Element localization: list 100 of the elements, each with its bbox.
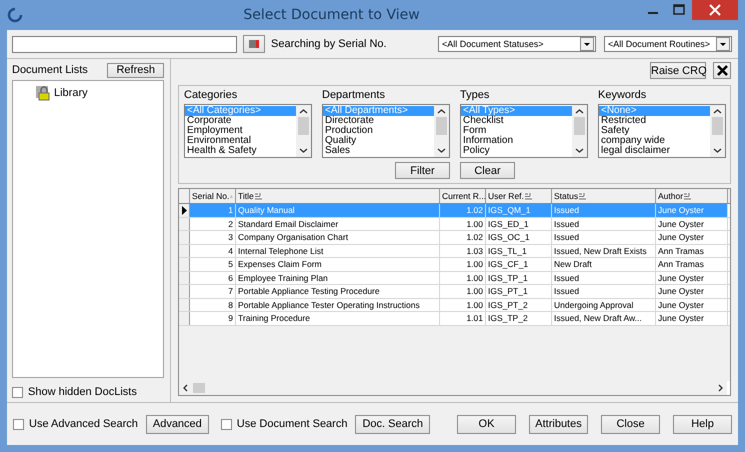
table-cell: Ann Tramas	[656, 244, 728, 257]
table-cell: Issued	[552, 272, 656, 284]
window-title: Select Document to View	[243, 7, 420, 23]
list-item[interactable]: Health & Safety	[185, 146, 296, 156]
tree-item[interactable]: Library	[33, 85, 90, 101]
search-mode-button[interactable]	[243, 35, 265, 53]
search-field[interactable]	[12, 36, 237, 52]
table-cell: Portable Appliance Testing Procedure	[236, 285, 440, 298]
list-item[interactable]: Sales	[323, 146, 434, 156]
table-row[interactable]: 5 Expenses Claim Form 1.00 IGS_CF_1 New Draft Ann Tramas	[179, 258, 730, 272]
table-row[interactable]: 7 Portable Appliance Testing Procedure 1.00 IGS_PT_1 Issued June Oyster	[179, 285, 730, 298]
checkbox[interactable]	[220, 418, 232, 430]
table-cell: Issued, New Draft Exists	[552, 244, 656, 257]
document-lists-heading: Document Lists	[12, 64, 88, 76]
table-cell: June Oyster	[656, 204, 728, 216]
table-cell: June Oyster	[656, 298, 728, 311]
table-cell: June Oyster	[656, 218, 728, 230]
table-cell: 1.00	[440, 298, 486, 311]
checkbox[interactable]	[12, 386, 23, 398]
dialog-button[interactable]: OK	[457, 414, 516, 434]
column-header[interactable]: User Ref.	[486, 189, 552, 203]
filter-icon	[524, 192, 534, 200]
table-cell: Employee Training Plan	[236, 272, 440, 284]
table-cell: IGS_TP_2	[486, 312, 552, 324]
column-header[interactable]: Current R...	[440, 189, 486, 203]
table-row[interactable]: 6 Employee Training Plan 1.00 IGS_TP_1 Issued June Oyster	[179, 272, 730, 285]
raise-crq-button[interactable]: Raise CRQ	[650, 62, 706, 79]
list-item[interactable]: Directorate	[323, 116, 434, 126]
lock-icon	[35, 85, 51, 101]
dialog-button[interactable]: Help	[673, 414, 732, 434]
filter-button[interactable]: Filter	[395, 162, 450, 179]
checkbox-label: Use Advanced Search	[29, 418, 138, 430]
table-cell: 1.02	[440, 231, 486, 244]
column-header[interactable]: Title	[236, 189, 440, 203]
table-row[interactable]: 8 Portable Appliance Tester Operating Instructions 1.00 IGS_PT_2 Undergoing Approval June Oyster	[179, 298, 730, 312]
table-cell: 5	[190, 258, 236, 270]
close-icon	[716, 65, 728, 76]
list-item[interactable]: Restricted	[599, 116, 710, 126]
list-item[interactable]: Employment	[185, 126, 296, 136]
list-item[interactable]: Production	[323, 126, 434, 136]
scrollbar[interactable]	[296, 105, 311, 157]
routine-dropdown[interactable]: <All Document Routines>	[604, 36, 732, 52]
list-item[interactable]: Policy	[461, 146, 572, 156]
table-cell: Quality Manual	[236, 204, 440, 216]
filter-button[interactable]: Clear	[460, 162, 515, 179]
current-row-icon	[182, 206, 186, 215]
table-cell: June Oyster	[656, 272, 728, 284]
table-cell: 1.01	[440, 312, 486, 324]
filter-title: Departments	[322, 89, 386, 101]
table-cell: IGS_PT_2	[486, 298, 552, 311]
close-icon[interactable]	[692, 0, 738, 20]
table-cell: June Oyster	[656, 312, 728, 324]
checkbox[interactable]	[13, 418, 24, 430]
scrollbar[interactable]	[710, 105, 725, 157]
column-header[interactable]: Status	[552, 189, 656, 203]
list-item[interactable]: Information	[461, 136, 572, 146]
table-cell: New Draft	[552, 258, 656, 270]
list-item[interactable]: Checklist	[461, 116, 572, 126]
list-item[interactable]: company wide	[599, 136, 710, 146]
table-cell: Company Organisation Chart	[236, 231, 440, 244]
table-cell: 1.00	[440, 272, 486, 284]
table-cell: Issued	[552, 285, 656, 298]
list-item[interactable]: Safety	[599, 126, 710, 136]
table-cell: 4	[190, 244, 236, 257]
list-item[interactable]: legal disclaimer	[599, 146, 710, 156]
table-cell: Issued, New Draft Aw...	[552, 312, 656, 324]
dialog-button[interactable]: Attributes	[529, 414, 588, 434]
scrollbar[interactable]	[572, 105, 587, 157]
refresh-button[interactable]: Refresh	[107, 62, 164, 78]
table-cell: June Oyster	[656, 285, 728, 298]
table-cell: 1.00	[440, 258, 486, 270]
filter-title: Types	[460, 89, 490, 101]
doc-search-button[interactable]: Doc. Search	[355, 414, 430, 434]
table-cell: 1.03	[440, 244, 486, 257]
table-row[interactable]: 2 Standard Email Disclaimer 1.00 IGS_ED_1 Issued June Oyster	[179, 218, 730, 231]
table-cell: 6	[190, 272, 236, 284]
table-cell: Issued	[552, 204, 656, 216]
table-row[interactable]: 3 Company Organisation Chart 1.02 IGS_OC_1 Issued June Oyster	[179, 231, 730, 244]
table-cell: 3	[190, 231, 236, 244]
list-item[interactable]: Form	[461, 126, 572, 136]
filter-icon	[579, 192, 588, 200]
table-cell: IGS_QM_1	[486, 204, 552, 216]
close-panel-button[interactable]	[713, 62, 731, 79]
table-cell: Expenses Claim Form	[236, 258, 440, 270]
advanced-button[interactable]: Advanced	[146, 414, 209, 434]
column-header[interactable]: Author	[656, 189, 728, 203]
status-dropdown[interactable]: <All Document Statuses>	[438, 36, 596, 52]
list-item[interactable]: Environmental	[185, 136, 296, 146]
table-cell: 2	[190, 218, 236, 230]
table-cell: Training Procedure	[236, 312, 440, 324]
list-item[interactable]: Quality	[323, 136, 434, 146]
dialog-button[interactable]: Close	[601, 414, 660, 434]
table-row[interactable]: 4 Internal Telephone List 1.03 IGS_TL_1 Issued, New Draft Exists Ann Tramas	[179, 244, 730, 258]
table-cell: IGS_TP_1	[486, 272, 552, 284]
table-cell: Issued	[552, 218, 656, 230]
list-item[interactable]: Corporate	[185, 116, 296, 126]
column-header[interactable]: Serial No.	[190, 189, 236, 203]
table-cell: 7	[190, 285, 236, 298]
scrollbar[interactable]	[434, 105, 449, 157]
horizontal-scrollbar[interactable]	[179, 381, 727, 395]
